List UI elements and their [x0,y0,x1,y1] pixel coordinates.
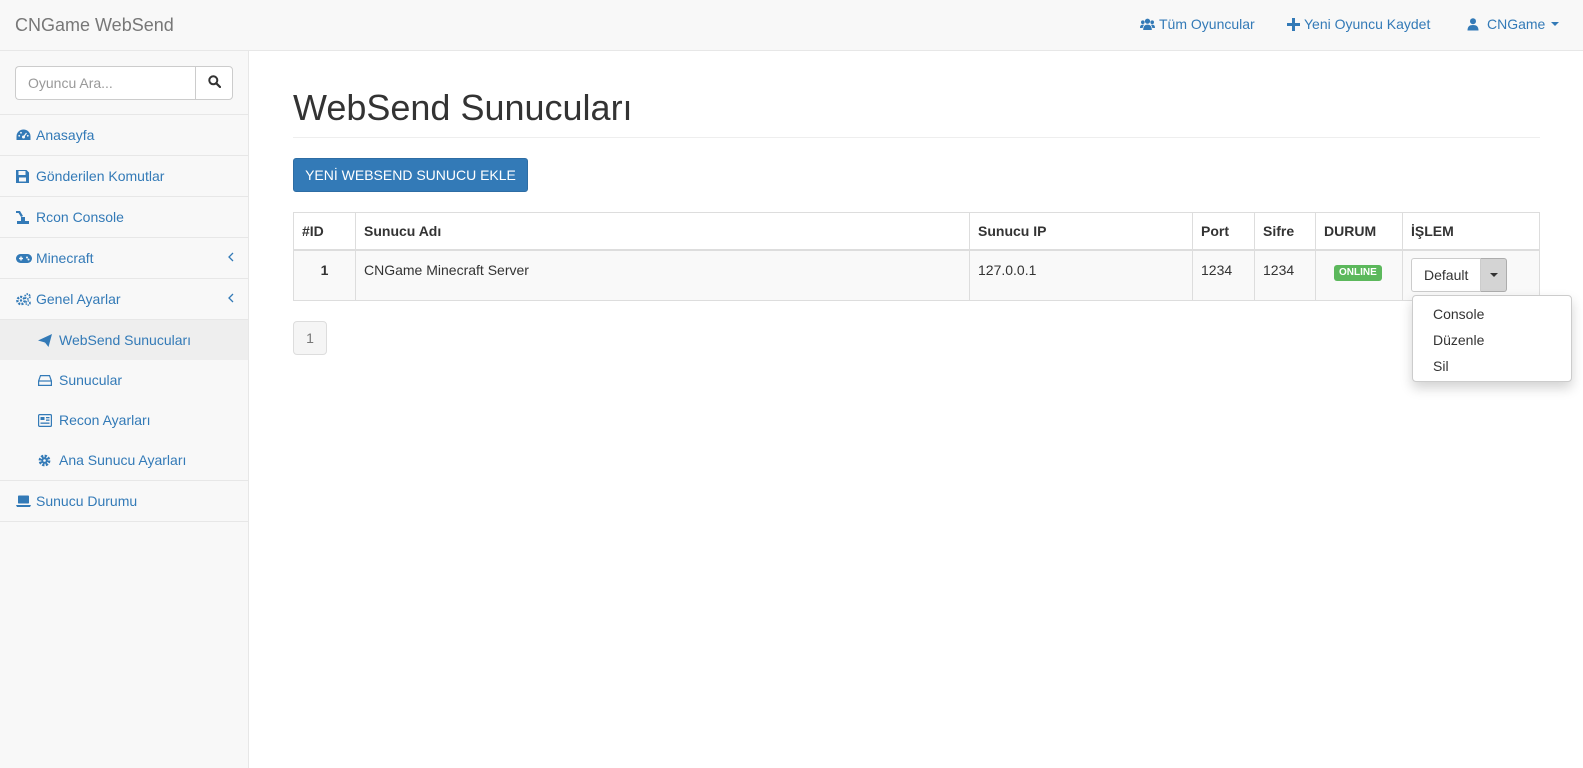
floppy-disk-icon [16,169,33,183]
gamepad-icon [16,253,33,264]
dropdown-item-console[interactable]: Console [1413,301,1571,327]
cell-id: 1 [293,249,356,301]
user-icon [1467,17,1479,31]
sidebar-item-servers[interactable]: Sunucular [0,360,248,400]
nav-user-label: CNGame [1487,16,1546,32]
sidebar-item-minecraft[interactable]: Minecraft [0,238,248,279]
action-button-group: Default [1411,257,1508,292]
brand-logo[interactable]: CNGame WebSend [15,15,174,35]
gears-icon [16,292,33,306]
sidebar-item-label: Rcon Console [36,209,124,225]
sidebar-item-main-server-settings[interactable]: Ana Sunucu Ayarları [0,440,248,480]
paper-plane-icon [38,333,55,347]
sidebar: Anasayfa Gönderilen Komutlar Rcon Consol… [0,51,249,768]
search-button[interactable] [195,66,233,100]
sidebar-item-label: Minecraft [36,250,94,266]
action-dropdown-toggle[interactable] [1481,257,1508,292]
table-row: 1 CNGame Minecraft Server 127.0.0.1 1234… [293,249,1540,301]
top-navbar: CNGame WebSend Tüm Oyuncular Yeni Oyuncu… [0,0,1583,51]
websend-servers-table: #ID Sunucu Adı Sunucu IP Port Sifre DURU… [293,212,1540,301]
column-header-ip[interactable]: Sunucu IP [969,212,1193,251]
search-input[interactable] [15,66,195,100]
player-search [15,66,233,100]
sidebar-menu: Anasayfa Gönderilen Komutlar Rcon Consol… [0,114,248,522]
column-header-status[interactable]: DURUM [1315,212,1403,251]
dropdown-item-delete[interactable]: Sil [1413,353,1571,379]
sidebar-item-label: Genel Ayarlar [36,291,121,307]
add-websend-server-button[interactable]: YENİ WEBSEND SUNUCU EKLE [293,158,528,192]
title-divider [293,137,1540,138]
sidebar-item-label: Ana Sunucu Ayarları [59,452,187,468]
sidebar-item-sent-commands[interactable]: Gönderilen Komutlar [0,156,248,197]
status-badge: ONLINE [1334,264,1382,281]
column-header-name[interactable]: Sunucu Adı [355,212,970,251]
sidebar-item-label: Sunucular [59,372,123,388]
caret-down-icon [1551,22,1560,26]
cell-status: ONLINE [1315,249,1403,301]
nav-new-player-label: Yeni Oyuncu Kaydet [1304,16,1431,32]
sidebar-item-general-settings[interactable]: Genel Ayarlar [0,279,248,320]
cell-ip: 127.0.0.1 [969,249,1193,301]
sidebar-item-recon-settings[interactable]: Recon Ayarları [0,400,248,440]
users-icon [1140,18,1155,31]
general-settings-submenu: WebSend Sunucuları Sunucular Recon Ayarl… [0,320,248,481]
sidebar-item-home[interactable]: Anasayfa [0,115,248,156]
column-header-password[interactable]: Sifre [1254,212,1316,251]
table-header-row: #ID Sunucu Adı Sunucu IP Port Sifre DURU… [293,212,1540,251]
chevron-left-icon [227,250,234,265]
default-action-button[interactable]: Default [1411,257,1482,292]
nav-user-menu[interactable]: CNGame [1467,16,1560,32]
sidebar-item-label: Gönderilen Komutlar [36,168,165,184]
robot-arm-icon [16,210,33,224]
gear-icon [38,454,55,467]
cell-name: CNGame Minecraft Server [355,249,970,301]
sidebar-item-label: Anasayfa [36,127,95,143]
page-title: WebSend Sunucuları [293,87,633,128]
column-header-id[interactable]: #ID [293,212,356,251]
sidebar-item-rcon-console[interactable]: Rcon Console [0,197,248,238]
dashboard-icon [16,129,33,141]
plus-icon [1287,17,1300,31]
cell-port: 1234 [1192,249,1255,301]
pagination-page[interactable]: 1 [293,321,327,355]
caret-down-icon [1489,272,1498,277]
nav-new-player[interactable]: Yeni Oyuncu Kaydet [1287,16,1430,32]
nav-all-players-label: Tüm Oyuncular [1159,16,1255,32]
sidebar-item-label: Recon Ayarları [59,412,151,428]
cell-action: Default [1402,249,1540,301]
chevron-left-icon [227,291,234,306]
nav-all-players[interactable]: Tüm Oyuncular [1140,16,1255,32]
column-header-action[interactable]: İŞLEM [1402,212,1540,251]
hdd-icon [38,374,55,386]
action-dropdown-menu: Console Düzenle Sil [1412,295,1572,382]
sidebar-item-websend-servers[interactable]: WebSend Sunucuları [0,320,248,360]
sidebar-item-label: Sunucu Durumu [36,493,138,509]
sidebar-item-server-status[interactable]: Sunucu Durumu [0,481,248,522]
sidebar-item-label: WebSend Sunucuları [59,332,192,348]
dropdown-item-edit[interactable]: Düzenle [1413,327,1571,353]
column-header-port[interactable]: Port [1192,212,1255,251]
cell-password: 1234 [1254,249,1316,301]
laptop-icon [16,495,33,507]
search-icon [207,75,221,91]
settings-panel-icon [38,413,55,427]
